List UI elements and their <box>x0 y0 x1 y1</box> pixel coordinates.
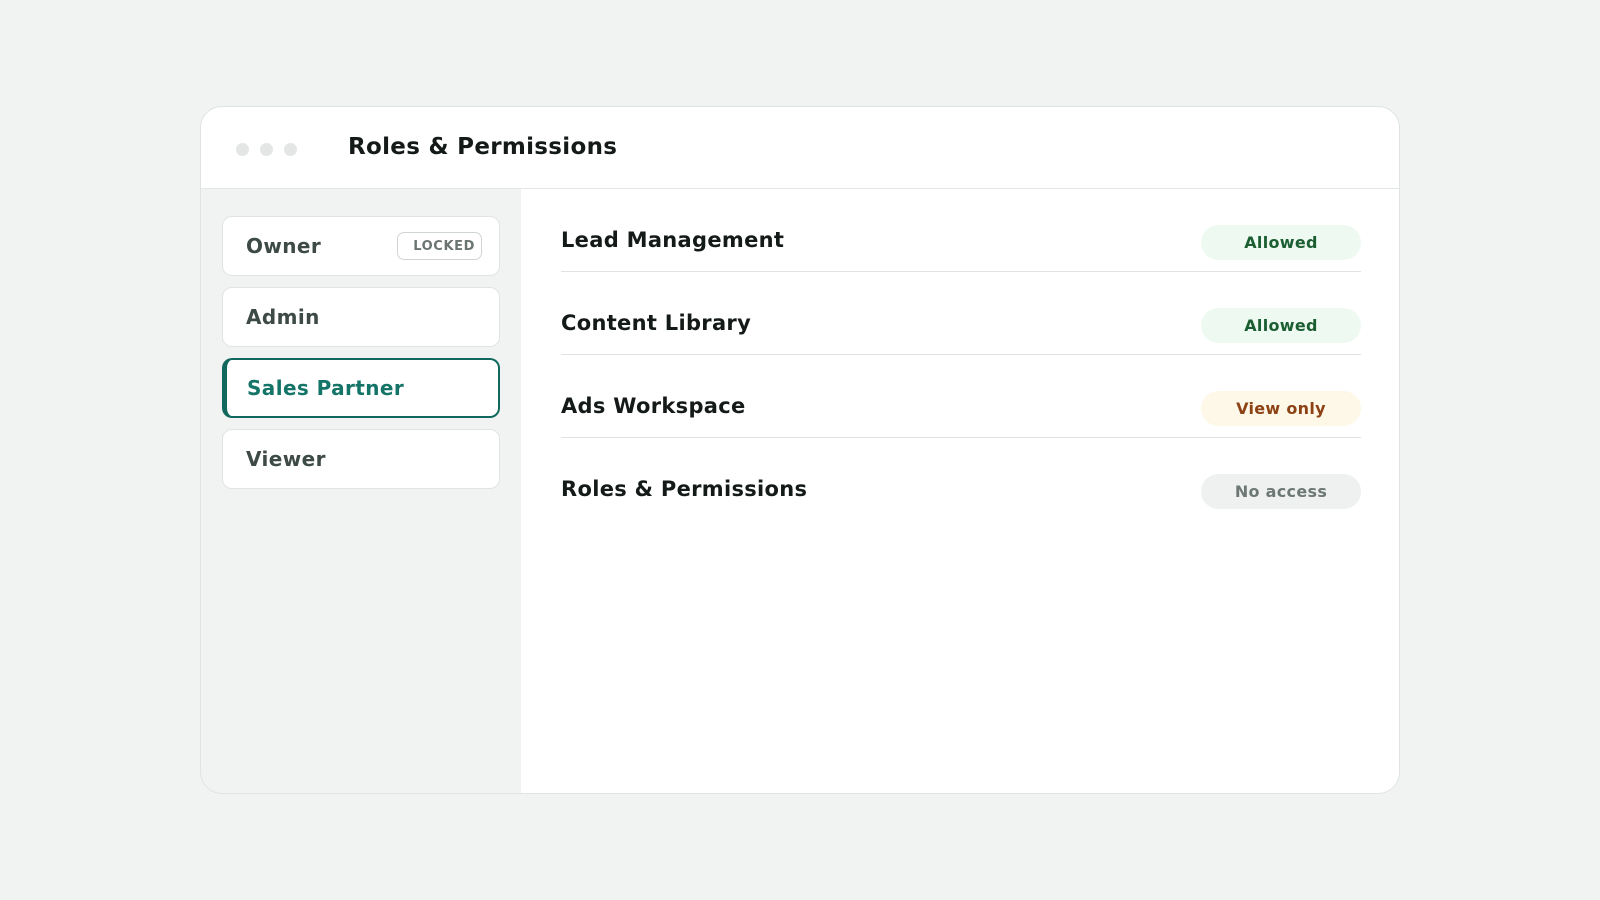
permission-row-roles-permissions: Roles & Permissions No access <box>561 438 1361 521</box>
locked-badge: LOCKED <box>397 232 482 260</box>
app-window: Roles & Permissions Owner LOCKED Admin S… <box>200 106 1400 794</box>
permission-name: Roles & Permissions <box>561 477 808 501</box>
role-label: Admin <box>246 305 320 329</box>
sidebar-item-viewer[interactable]: Viewer <box>222 429 500 489</box>
minimize-dot-icon[interactable] <box>260 143 273 156</box>
permission-name: Lead Management <box>561 228 785 252</box>
permission-row-lead-management: Lead Management Allowed <box>561 189 1361 272</box>
role-label: Owner <box>246 234 322 258</box>
permission-row-ads-workspace: Ads Workspace View only <box>561 355 1361 438</box>
permission-name: Ads Workspace <box>561 394 746 418</box>
permission-row-content-library: Content Library Allowed <box>561 272 1361 355</box>
permission-name: Content Library <box>561 311 752 335</box>
role-label: Viewer <box>246 447 326 471</box>
permission-status-badge[interactable]: Allowed <box>1201 308 1361 343</box>
roles-sidebar: Owner LOCKED Admin Sales Partner Viewer <box>222 216 500 500</box>
page-title: Roles & Permissions <box>348 134 618 160</box>
close-dot-icon[interactable] <box>236 143 249 156</box>
permission-status-badge[interactable]: No access <box>1201 474 1361 509</box>
window-controls <box>236 143 297 156</box>
role-label: Sales Partner <box>247 376 405 400</box>
permissions-panel: Lead Management Allowed Content Library … <box>521 189 1399 793</box>
sidebar-item-owner[interactable]: Owner LOCKED <box>222 216 500 276</box>
title-bar: Roles & Permissions <box>201 107 1399 189</box>
permission-status-badge[interactable]: Allowed <box>1201 225 1361 260</box>
sidebar-item-sales-partner[interactable]: Sales Partner <box>222 358 500 418</box>
permission-status-badge[interactable]: View only <box>1201 391 1361 426</box>
sidebar-item-admin[interactable]: Admin <box>222 287 500 347</box>
maximize-dot-icon[interactable] <box>284 143 297 156</box>
